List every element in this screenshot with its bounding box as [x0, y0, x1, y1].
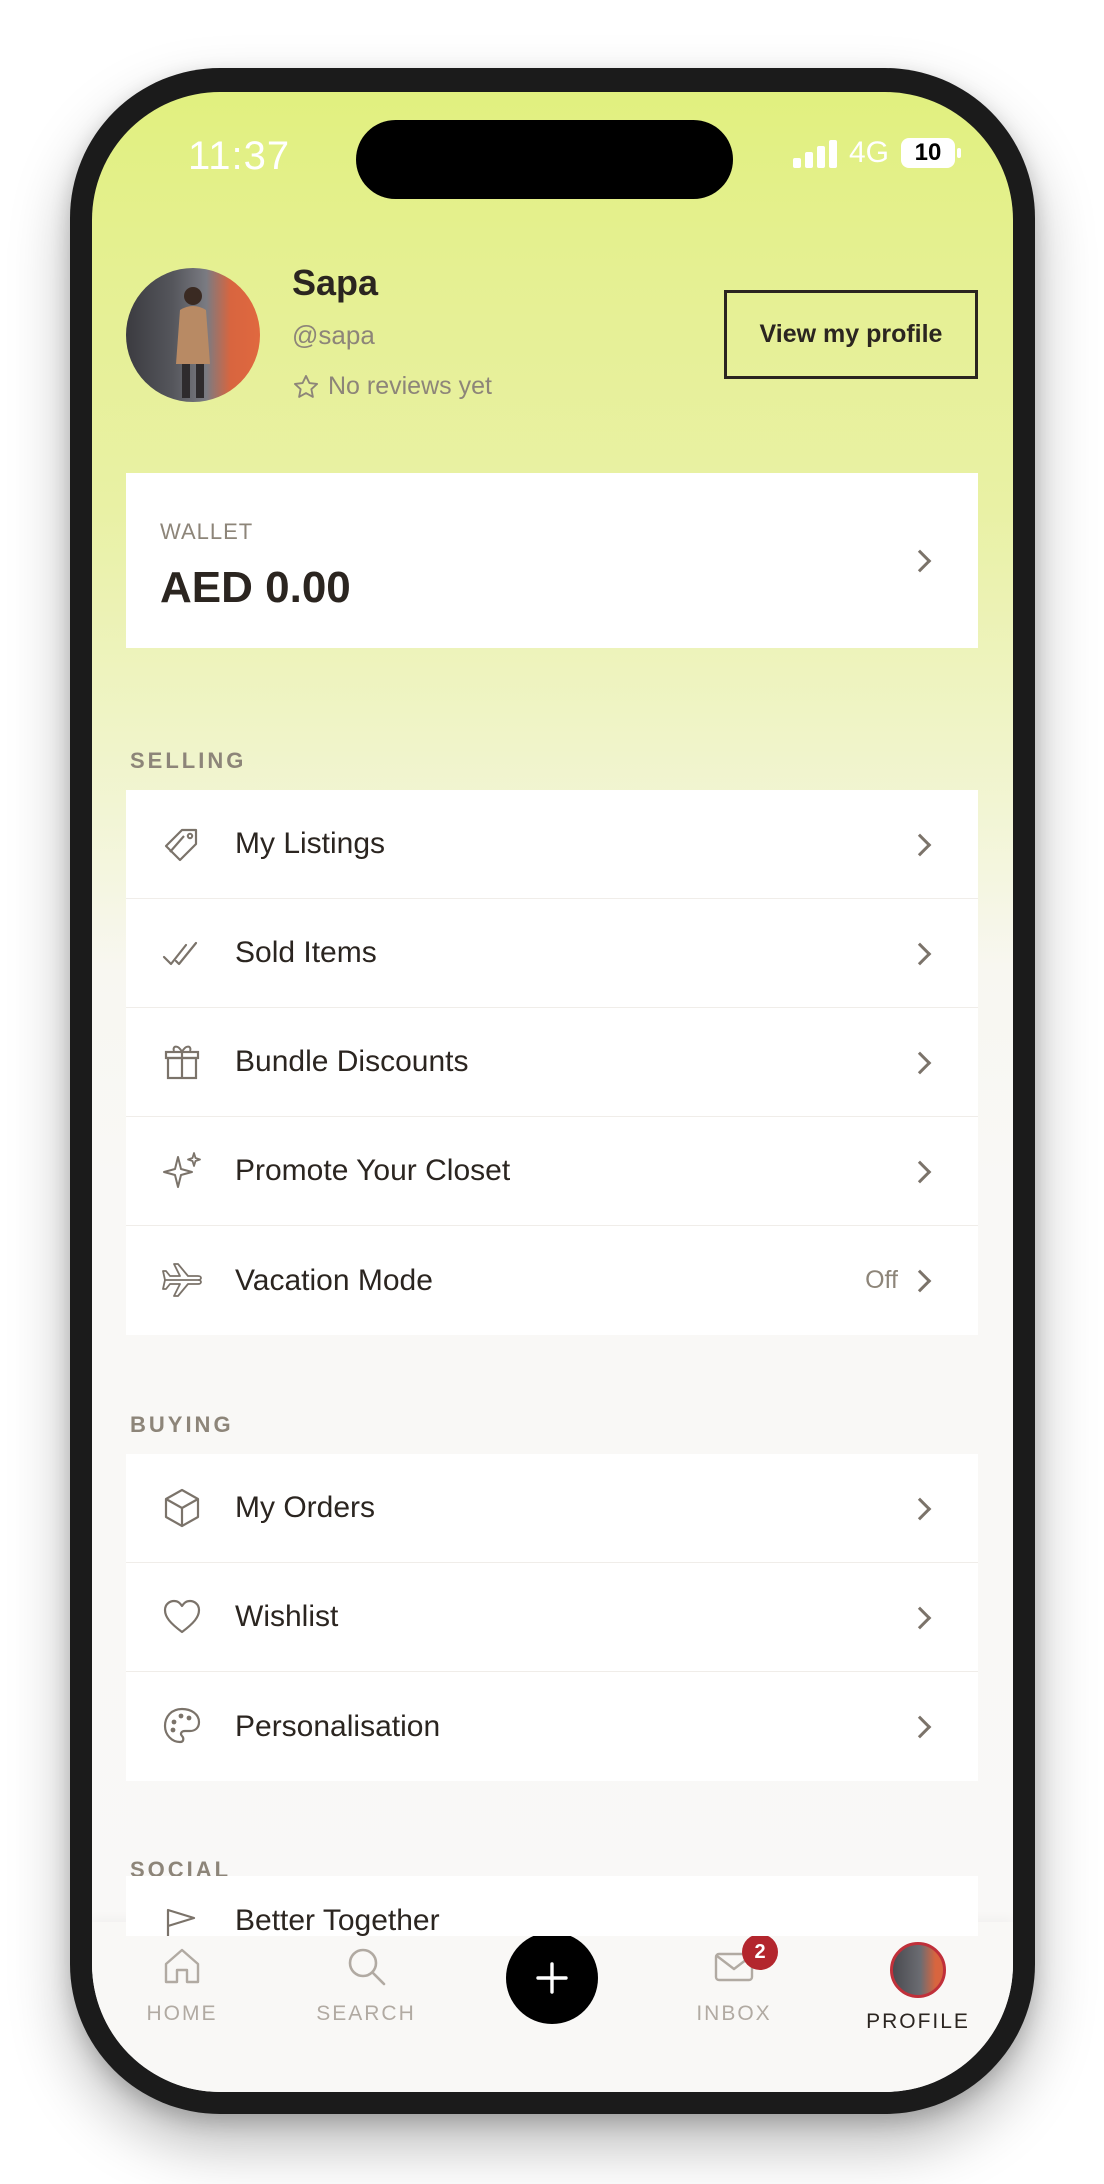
chevron-right-icon — [908, 1051, 932, 1075]
menu-item-sold-items[interactable]: Sold Items — [126, 899, 978, 1008]
plus-icon — [536, 1962, 568, 1994]
reviews-text: No reviews yet — [328, 372, 492, 400]
view-profile-button[interactable]: View my profile — [724, 290, 978, 379]
airplane-icon — [162, 1263, 202, 1297]
chevron-right-icon — [908, 1606, 932, 1630]
double-check-icon — [162, 941, 198, 966]
gift-icon — [164, 1045, 200, 1080]
menu-label: My Orders — [235, 1491, 376, 1524]
menu-item-promote-closet[interactable]: Promote Your Closet — [126, 1117, 978, 1226]
battery-icon: 10 — [901, 138, 961, 168]
tab-search[interactable]: SEARCH — [306, 1942, 426, 2052]
add-listing-button[interactable] — [506, 1932, 598, 2024]
menu-label: Wishlist — [235, 1600, 339, 1633]
menu-item-bundle-discounts[interactable]: Bundle Discounts — [126, 1008, 978, 1117]
box-icon — [164, 1488, 200, 1528]
home-icon — [164, 1948, 200, 1984]
menu-item-my-listings[interactable]: My Listings — [126, 790, 978, 899]
inbox-badge: 2 — [742, 1934, 778, 1970]
menu-label: Bundle Discounts — [235, 1045, 469, 1078]
tab-bar: HOME SEARCH 2 INBOX PROFILE — [92, 1922, 1013, 2092]
signal-icon — [792, 138, 837, 168]
tab-label: PROFILE — [866, 2010, 970, 2033]
chevron-right-icon — [908, 1269, 932, 1293]
sparkle-icon — [163, 1152, 201, 1188]
menu-label: Promote Your Closet — [235, 1154, 511, 1187]
profile-handle: @sapa — [292, 320, 375, 350]
wallet-card[interactable]: WALLET AED 0.00 — [126, 473, 978, 648]
tab-label: INBOX — [696, 2002, 772, 2025]
chevron-right-icon — [908, 1497, 932, 1521]
reviews-summary: No reviews yet — [292, 372, 492, 401]
menu-item-my-orders[interactable]: My Orders — [126, 1454, 978, 1563]
section-title-buying: BUYING — [130, 1412, 234, 1437]
chevron-right-icon — [908, 1715, 932, 1739]
wallet-label: WALLET — [160, 519, 254, 544]
menu-label: Personalisation — [235, 1709, 441, 1743]
heart-icon — [163, 1599, 201, 1634]
tab-profile[interactable]: PROFILE — [858, 1942, 978, 2052]
menu-label: My Listings — [235, 827, 386, 860]
status-time: 11:37 — [188, 134, 291, 178]
battery-level: 10 — [914, 139, 942, 166]
avatar[interactable] — [126, 268, 260, 402]
profile-name: Sapa — [292, 262, 379, 303]
vacation-mode-status: Off — [865, 1266, 898, 1294]
profile-avatar-icon — [890, 1942, 946, 1998]
menu-item-personalisation[interactable]: Personalisation — [126, 1672, 978, 1781]
dynamic-island — [356, 120, 733, 199]
flag-icon — [166, 1908, 196, 1936]
avatar-figure — [176, 287, 210, 398]
app-screen: 11:37 4G 10 Sapa @sapa No reviews yet Vi… — [92, 92, 1013, 2092]
section-title-selling: SELLING — [130, 748, 247, 773]
menu-label: Sold Items — [235, 936, 377, 969]
menu-item-vacation-mode[interactable]: Vacation Mode Off — [126, 1226, 978, 1335]
chevron-right-icon — [908, 833, 932, 857]
chevron-right-icon — [908, 549, 932, 573]
menu-item-better-together[interactable]: Better Together — [126, 1876, 978, 1936]
tag-icon — [164, 828, 198, 862]
status-indicators: 4G 10 — [792, 136, 961, 170]
menu-item-wishlist[interactable]: Wishlist — [126, 1563, 978, 1672]
chevron-right-icon — [908, 1160, 932, 1184]
network-type: 4G — [848, 136, 889, 169]
tab-label: HOME — [146, 2002, 218, 2025]
wallet-amount: AED 0.00 — [160, 563, 351, 612]
selling-menu: My Listings Sold Items Bundle Discounts — [126, 790, 978, 1335]
tab-inbox[interactable]: 2 INBOX — [674, 1934, 794, 2052]
tab-home[interactable]: HOME — [122, 1942, 242, 2052]
buying-menu: My Orders Wishlist Personalisation — [126, 1454, 978, 1781]
star-icon — [293, 374, 319, 398]
tab-label: SEARCH — [316, 2002, 416, 2025]
menu-label: Vacation Mode — [235, 1263, 433, 1297]
search-icon — [348, 1948, 386, 1986]
chevron-right-icon — [908, 942, 932, 966]
palette-icon — [163, 1707, 201, 1744]
menu-label: Better Together — [235, 1904, 440, 1936]
